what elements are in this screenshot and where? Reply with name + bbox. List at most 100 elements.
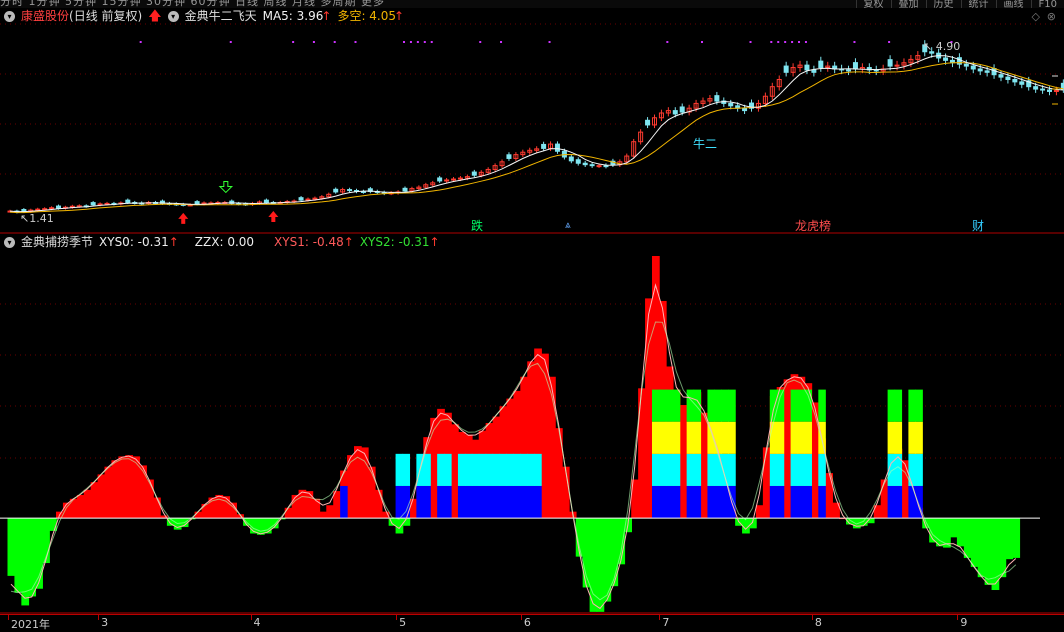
signal-band: [527, 485, 535, 519]
signal-dot: [333, 41, 336, 43]
down-candle: [506, 154, 512, 159]
up-candle: [451, 178, 457, 181]
signal-band: [790, 453, 799, 486]
duokong-line: [9, 62, 1064, 214]
signal-dot: [403, 41, 406, 43]
right-tab[interactable]: 统计: [960, 0, 996, 8]
menu-item[interactable]: 30分钟: [146, 0, 191, 8]
histogram-chart: [0, 256, 1064, 614]
event-cai[interactable]: 财: [972, 219, 984, 233]
down-candle: [804, 64, 810, 71]
signal-band: [707, 389, 715, 422]
signal-band: [776, 453, 785, 486]
sub-indicator-name: 金典捕捞季节: [21, 235, 94, 249]
right-tab[interactable]: 复权: [855, 0, 891, 8]
circle-chevron-icon[interactable]: ▾: [4, 237, 15, 248]
menu-item[interactable]: 60分钟: [191, 0, 236, 8]
menu-item[interactable]: 日线: [235, 0, 264, 8]
menu-item[interactable]: 多周期: [321, 0, 362, 8]
down-candle: [589, 164, 595, 167]
niu-er-annotation: 牛二: [693, 137, 718, 151]
signal-band: [915, 389, 923, 422]
down-candle: [1040, 88, 1046, 91]
red-up-arrow-icon: [268, 210, 279, 222]
xys0-up-arrow-icon: ↑: [168, 235, 179, 249]
right-tab[interactable]: 历史: [925, 0, 961, 8]
signal-dot: [888, 41, 891, 43]
signal-band: [485, 453, 494, 486]
positive-bar: [312, 498, 321, 519]
menu-item[interactable]: 月线: [292, 0, 321, 8]
menu-item[interactable]: 1分钟: [29, 0, 66, 8]
down-candle: [818, 60, 824, 69]
signal-band: [457, 453, 466, 486]
negative-bar: [998, 518, 1007, 578]
signal-band: [416, 485, 424, 519]
event-longhu[interactable]: 龙虎榜: [795, 219, 831, 233]
negative-bar: [14, 518, 23, 593]
down-candle: [541, 143, 547, 149]
signal-band: [658, 485, 667, 519]
x-tick-label: 4: [253, 616, 261, 629]
down-candle: [846, 69, 852, 72]
signal-band: [769, 485, 778, 519]
signal-band: [464, 485, 473, 519]
event-marker-icon[interactable]: ⩓: [565, 219, 571, 233]
down-candle: [1005, 76, 1011, 80]
negative-bar: [7, 518, 16, 576]
positive-bar: [901, 460, 910, 519]
x-tick-label: 8: [814, 616, 822, 629]
up-candle: [305, 198, 311, 201]
positive-bar: [125, 455, 134, 519]
signal-band: [804, 389, 812, 422]
right-tab[interactable]: 画线: [995, 0, 1031, 8]
menu-item[interactable]: 15分钟: [102, 0, 147, 8]
negative-bar: [984, 518, 993, 585]
x-tick: [811, 615, 813, 620]
menu-item[interactable]: 分时: [0, 0, 29, 8]
negative-bar: [963, 518, 972, 558]
period-menu[interactable]: 分时 1分钟 5分钟 15分钟 30分钟 60分钟 日线 周线 月线 多周期 更…: [0, 0, 385, 8]
down-candle: [236, 202, 242, 205]
signal-band: [908, 421, 916, 454]
signal-band: [721, 485, 729, 519]
signal-band: [423, 485, 431, 519]
menu-item[interactable]: 5分钟: [65, 0, 102, 8]
signal-band: [437, 485, 445, 519]
signal-dot: [853, 41, 856, 43]
signal-band: [818, 389, 826, 422]
signal-band: [693, 485, 702, 519]
event-die[interactable]: 跌: [471, 219, 483, 233]
signal-band: [915, 421, 923, 454]
x-tick: [250, 615, 252, 620]
signal-band: [686, 389, 695, 422]
signal-band: [658, 453, 667, 486]
down-candle: [554, 143, 560, 152]
signal-band: [797, 389, 806, 422]
down-candle: [984, 70, 990, 73]
menu-item[interactable]: 周线: [264, 0, 293, 8]
signal-band: [658, 421, 667, 454]
right-tab[interactable]: F10: [1030, 0, 1064, 8]
right-tab[interactable]: 叠加: [890, 0, 926, 8]
signal-band: [340, 485, 348, 519]
signal-dot: [312, 41, 315, 43]
up-candle: [97, 203, 103, 206]
down-candle: [333, 188, 339, 193]
signal-band: [437, 453, 445, 486]
signal-band: [908, 485, 916, 519]
positive-bar: [305, 491, 314, 519]
signal-band: [714, 453, 722, 486]
signal-band: [672, 421, 681, 454]
signal-band: [686, 485, 695, 519]
positive-bar: [222, 496, 231, 519]
menu-item[interactable]: 更多: [361, 0, 385, 8]
signal-dot: [749, 41, 752, 43]
positive-bar: [409, 498, 418, 519]
positive-bar: [430, 417, 438, 519]
positive-bar: [111, 460, 120, 519]
signal-band: [665, 453, 674, 486]
signal-band: [818, 485, 826, 519]
down-candle: [679, 106, 685, 113]
down-candle: [402, 187, 408, 192]
